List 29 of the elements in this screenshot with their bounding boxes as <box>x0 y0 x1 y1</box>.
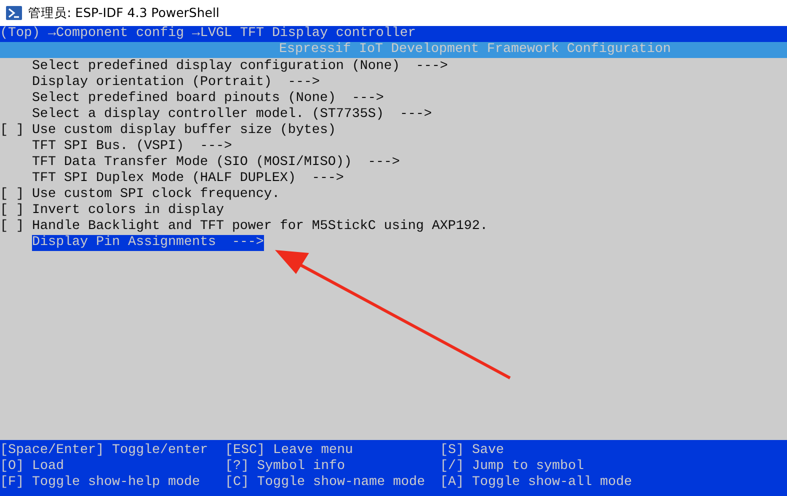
powershell-icon <box>6 6 22 20</box>
menu-item[interactable]: Select predefined board pinouts (None) ---> <box>32 91 384 107</box>
menu-item[interactable]: Select a display controller model. (ST7735S) ---> <box>32 107 432 123</box>
menu-item[interactable]: TFT Data Transfer Mode (SIO (MOSI/MISO)) ---> <box>32 155 400 171</box>
menu-item[interactable]: Handle Backlight and TFT power for M5StickC using AXP192. <box>32 219 488 235</box>
checkbox[interactable]: [ ] <box>0 203 32 219</box>
breadcrumb: (Top) →Component config →LVGL TFT Display controller <box>0 26 787 42</box>
shortcut-hint: [ESC] Leave menu <box>225 443 354 459</box>
shortcut-hint: [?] Symbol info <box>225 459 346 475</box>
header-title: Espressif IoT Development Framework Configuration <box>0 42 787 58</box>
menu-item[interactable]: TFT SPI Duplex Mode (HALF DUPLEX) ---> <box>32 171 344 187</box>
shortcut-hint: [O] Load <box>0 459 65 475</box>
checkbox[interactable]: [ ] <box>0 187 32 203</box>
shortcut-hint: [F] Toggle show-help mode <box>0 475 201 491</box>
menu-item[interactable]: Display orientation (Portrait) ---> <box>32 75 320 91</box>
menu-item[interactable]: Select predefined display configuration (None) ---> <box>32 59 448 75</box>
checkbox[interactable]: [ ] <box>0 219 32 235</box>
checkbox[interactable]: [ ] <box>0 123 32 139</box>
window-title: 管理员: ESP-IDF 4.3 PowerShell <box>28 4 220 22</box>
menu-item[interactable]: Use custom display buffer size (bytes) <box>32 123 336 139</box>
shortcut-hint: [S] Save <box>440 443 505 459</box>
shortcut-hint: [Space/Enter] Toggle/enter <box>0 443 209 459</box>
menu-item[interactable]: Display Pin Assignments ---> <box>32 235 264 251</box>
menu-item[interactable]: Use custom SPI clock frequency. <box>32 187 280 203</box>
menu-item[interactable]: TFT SPI Bus. (VSPI) ---> <box>32 139 232 155</box>
shortcut-hint: [A] Toggle show-all mode <box>440 475 633 491</box>
shortcut-hint: [/] Jump to symbol <box>440 459 585 475</box>
menu-item[interactable]: Invert colors in display <box>32 203 224 219</box>
shortcut-hint: [C] Toggle show-name mode <box>225 475 426 491</box>
